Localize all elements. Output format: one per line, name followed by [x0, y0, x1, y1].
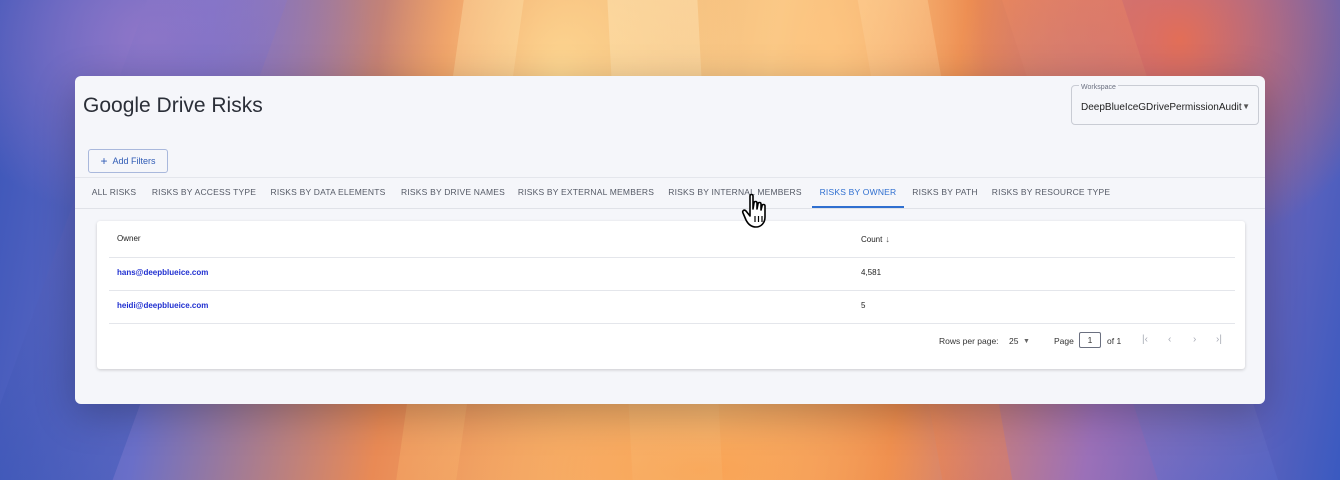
previous-page-icon[interactable]: ‹ — [1168, 334, 1171, 345]
page-label: Page — [1054, 336, 1074, 346]
owner-link[interactable]: heidi@deepblueice.com — [117, 301, 208, 310]
tab-risks-by-resource-type[interactable]: RISKS BY RESOURCE TYPE — [989, 178, 1113, 208]
page-title: Google Drive Risks — [83, 94, 263, 117]
column-header-owner[interactable]: Owner — [117, 234, 141, 243]
tab-risks-by-internal-members[interactable]: RISKS BY INTERNAL MEMBERS — [667, 178, 803, 208]
count-value: 4,581 — [861, 268, 882, 277]
count-value: 5 — [861, 301, 866, 310]
tab-bar: ALL RISKS RISKS BY ACCESS TYPE RISKS BY … — [75, 177, 1265, 209]
workspace-value: DeepBlueIceGDrivePermissionAudit — [1081, 102, 1242, 113]
caret-down-icon[interactable]: ▼ — [1023, 338, 1030, 345]
rows-per-page-select[interactable]: 25 — [1009, 336, 1018, 346]
workspace-label: Workspace — [1079, 84, 1118, 91]
owner-risk-table: Owner Count ↓ hans@deepblueice.com 4,581 … — [97, 221, 1245, 369]
add-filters-button[interactable]: + Add Filters — [88, 149, 168, 173]
column-header-count-label: Count — [861, 235, 883, 244]
add-filters-label: Add Filters — [112, 156, 156, 166]
tab-all-risks[interactable]: ALL RISKS — [85, 178, 143, 208]
rows-per-page-label: Rows per page: — [939, 336, 999, 346]
tab-risks-by-external-members[interactable]: RISKS BY EXTERNAL MEMBERS — [517, 178, 655, 208]
tab-risks-by-owner[interactable]: RISKS BY OWNER — [812, 178, 904, 208]
workspace-select[interactable]: Workspace DeepBlueIceGDrivePermissionAud… — [1071, 84, 1259, 125]
last-page-icon[interactable]: ›| — [1216, 334, 1222, 345]
owner-link[interactable]: hans@deepblueice.com — [117, 268, 208, 277]
plus-icon: + — [100, 154, 108, 168]
column-header-count[interactable]: Count ↓ — [861, 234, 890, 244]
tab-risks-by-drive-names[interactable]: RISKS BY DRIVE NAMES — [397, 178, 509, 208]
caret-down-icon: ▼ — [1242, 102, 1250, 111]
table-row: heidi@deepblueice.com 5 — [97, 291, 1245, 324]
first-page-icon[interactable]: |‹ — [1142, 334, 1148, 345]
tab-risks-by-data-elements[interactable]: RISKS BY DATA ELEMENTS — [267, 178, 389, 208]
page-count-label: of 1 — [1107, 336, 1122, 346]
tab-risks-by-access-type[interactable]: RISKS BY ACCESS TYPE — [149, 178, 259, 208]
hand-pointer-cursor-icon — [741, 193, 766, 228]
pagination: Rows per page: 25 ▼ Page 1 of 1 |‹ ‹ › ›… — [97, 332, 1245, 353]
divider — [109, 323, 1235, 324]
next-page-icon[interactable]: › — [1193, 334, 1196, 345]
app-window: Google Drive Risks Workspace DeepBlueIce… — [75, 76, 1265, 404]
table-row: hans@deepblueice.com 4,581 — [97, 258, 1245, 291]
page-number-input[interactable]: 1 — [1079, 332, 1101, 348]
sort-descending-icon[interactable]: ↓ — [885, 234, 890, 244]
tab-risks-by-path[interactable]: RISKS BY PATH — [911, 178, 979, 208]
